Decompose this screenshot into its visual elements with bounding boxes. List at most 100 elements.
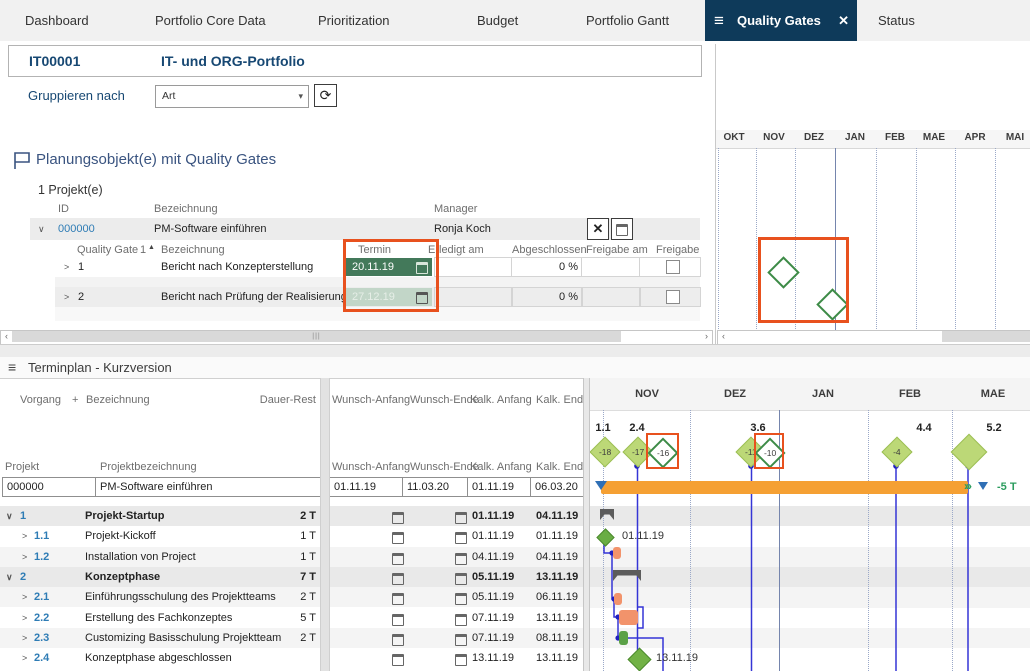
calendar-icon[interactable]: [392, 512, 404, 524]
collapse-icon[interactable]: ∨: [38, 218, 45, 240]
calendar-icon[interactable]: [392, 593, 404, 605]
calendar-icon[interactable]: [392, 654, 404, 666]
task-bar-1-2[interactable]: [612, 547, 621, 559]
phase2-summary-bracket[interactable]: [613, 570, 641, 582]
scrollbar-thumb[interactable]: [942, 331, 1030, 342]
task-number[interactable]: 2.4: [34, 648, 49, 668]
scrollbar-grip[interactable]: |||: [312, 333, 320, 340]
phase1-summary-bracket[interactable]: [600, 509, 614, 521]
task-row[interactable]: > 1.2 Installation von Project 1 T 04.11…: [0, 547, 583, 567]
refresh-button[interactable]: ⟳: [314, 84, 337, 107]
tab-dashboard[interactable]: Dashboard: [25, 0, 89, 41]
calendar-icon[interactable]: [392, 573, 404, 585]
task-number[interactable]: 1.1: [34, 526, 49, 546]
task-row[interactable]: > 1.1 Projekt-Kickoff 1 T 01.11.19 01.11…: [0, 526, 583, 546]
calendar-icon[interactable]: [392, 614, 404, 626]
expand-icon[interactable]: >: [64, 257, 69, 277]
terminplan-menu-icon[interactable]: ≡: [8, 357, 16, 378]
group-by-select[interactable]: Art ▾: [155, 85, 309, 108]
left-pane-hscrollbar[interactable]: ‹ ||| ›: [0, 330, 713, 345]
expand-icon[interactable]: >: [22, 608, 27, 628]
task-number[interactable]: 2.2: [34, 608, 49, 628]
task-number[interactable]: 2.1: [34, 587, 49, 607]
kalk-anfang-field[interactable]: 01.11.19: [467, 477, 532, 497]
add-icon[interactable]: +: [72, 394, 78, 406]
calendar-icon[interactable]: [392, 553, 404, 565]
gate2-erledigt-cell[interactable]: [434, 287, 513, 307]
task-bar-2-3[interactable]: [619, 631, 628, 645]
project-id-link[interactable]: 000000: [58, 218, 95, 240]
scroll-right-icon[interactable]: ›: [701, 331, 712, 342]
scroll-left-icon[interactable]: ‹: [718, 331, 729, 342]
task-row[interactable]: > 2.2 Erstellung des Fachkonzeptes 5 T 0…: [0, 608, 583, 628]
task-name: Erstellung des Fachkonzeptes: [85, 612, 233, 624]
task-number[interactable]: 1.2: [34, 547, 49, 567]
tab-status[interactable]: Status: [878, 0, 915, 41]
expand-icon[interactable]: >: [22, 547, 27, 567]
scroll-left-icon[interactable]: ‹: [1, 331, 12, 342]
col-kalk-ende: Kalk. Ende: [536, 394, 590, 406]
task-number[interactable]: 2: [20, 567, 26, 587]
expand-icon[interactable]: >: [22, 648, 27, 668]
task-number[interactable]: 1: [20, 506, 26, 526]
gate2-abgeschlossen-cell[interactable]: 0 %: [511, 287, 583, 307]
calendar-icon[interactable]: [392, 634, 404, 646]
tab-quality-gates-active[interactable]: ≡ Quality Gates ✕: [705, 0, 857, 41]
task-row[interactable]: > 2.1 Einführungsschulung des Projekttea…: [0, 587, 583, 607]
task-kalk-ende: 01.11.19: [536, 530, 579, 542]
calendar-icon[interactable]: [455, 573, 467, 585]
calendar-icon[interactable]: [455, 654, 467, 666]
project-id-field[interactable]: 000000: [2, 477, 96, 497]
tab-budget[interactable]: Budget: [477, 0, 518, 41]
sort-asc-icon[interactable]: ▲: [148, 244, 155, 251]
task-row[interactable]: ∨ 1 Projekt-Startup 2 T 01.11.19 04.11.1…: [0, 506, 583, 526]
calendar-icon[interactable]: [455, 593, 467, 605]
expand-icon[interactable]: >: [22, 526, 27, 546]
project-name-field[interactable]: PM-Software einführen: [95, 477, 323, 497]
calendar-icon[interactable]: [455, 614, 467, 626]
wunsch-anfang-field[interactable]: 01.11.19: [329, 477, 404, 497]
task-row[interactable]: ∨ 2 Konzeptphase 7 T 05.11.19 13.11.19: [0, 567, 583, 587]
tab-portfolio-core-data[interactable]: Portfolio Core Data: [155, 0, 266, 41]
expand-icon[interactable]: >: [64, 287, 69, 307]
wunsch-ende-field[interactable]: 11.03.20: [402, 477, 469, 497]
calendar-icon[interactable]: [392, 532, 404, 544]
kalk-ende-field[interactable]: 06.03.20: [530, 477, 588, 497]
tab-prioritization[interactable]: Prioritization: [318, 0, 390, 41]
portfolio-id: IT00001: [29, 53, 81, 69]
tab-close-icon[interactable]: ✕: [838, 0, 849, 41]
clear-filter-button[interactable]: ✕: [587, 218, 609, 240]
column-splitter[interactable]: [320, 378, 330, 671]
expand-icon[interactable]: >: [22, 628, 27, 648]
gate2-freigabe-checkbox[interactable]: [666, 290, 680, 304]
gate1-freigabe-am-cell[interactable]: [581, 257, 641, 277]
gantt-hscrollbar[interactable]: ‹: [717, 330, 1030, 345]
expand-icon[interactable]: >: [22, 587, 27, 607]
task-bar-2-2[interactable]: [619, 610, 638, 625]
task-row[interactable]: > 2.4 Konzeptphase abgeschlossen 13.11.1…: [0, 648, 583, 668]
tab-portfolio-gantt[interactable]: Portfolio Gantt: [586, 0, 669, 41]
gate1-abgeschlossen-cell[interactable]: 0 %: [511, 257, 583, 277]
task-number[interactable]: 2.3: [34, 628, 49, 648]
task-row[interactable]: > 2.3 Customizing Basisschulung Projektt…: [0, 628, 583, 648]
collapse-icon[interactable]: ∨: [6, 506, 13, 526]
calendar-button[interactable]: [611, 218, 633, 240]
calendar-icon[interactable]: [455, 532, 467, 544]
calendar-icon[interactable]: [455, 634, 467, 646]
sort-indicator[interactable]: 1: [140, 244, 146, 256]
section-divider[interactable]: [0, 344, 1030, 358]
project-summary-bar[interactable]: [601, 481, 968, 494]
gate2-freigabe-am-cell[interactable]: [581, 287, 641, 307]
scrollbar-thumb[interactable]: |||: [12, 331, 621, 342]
collapse-icon[interactable]: ∨: [6, 567, 13, 587]
calendar-icon[interactable]: [455, 512, 467, 524]
task-kalk-anfang: 01.11.19: [472, 510, 515, 522]
tab-menu-icon[interactable]: ≡: [714, 0, 724, 41]
calendar-icon[interactable]: [455, 553, 467, 565]
gate1-erledigt-cell[interactable]: [434, 257, 513, 277]
table-gantt-splitter[interactable]: [583, 378, 590, 671]
task-bar-2-1[interactable]: [614, 593, 622, 605]
gate1-freigabe-checkbox[interactable]: [666, 260, 680, 274]
project-buffer-label: -5 T: [997, 481, 1017, 493]
chevron-down-icon[interactable]: ▾: [298, 86, 303, 107]
